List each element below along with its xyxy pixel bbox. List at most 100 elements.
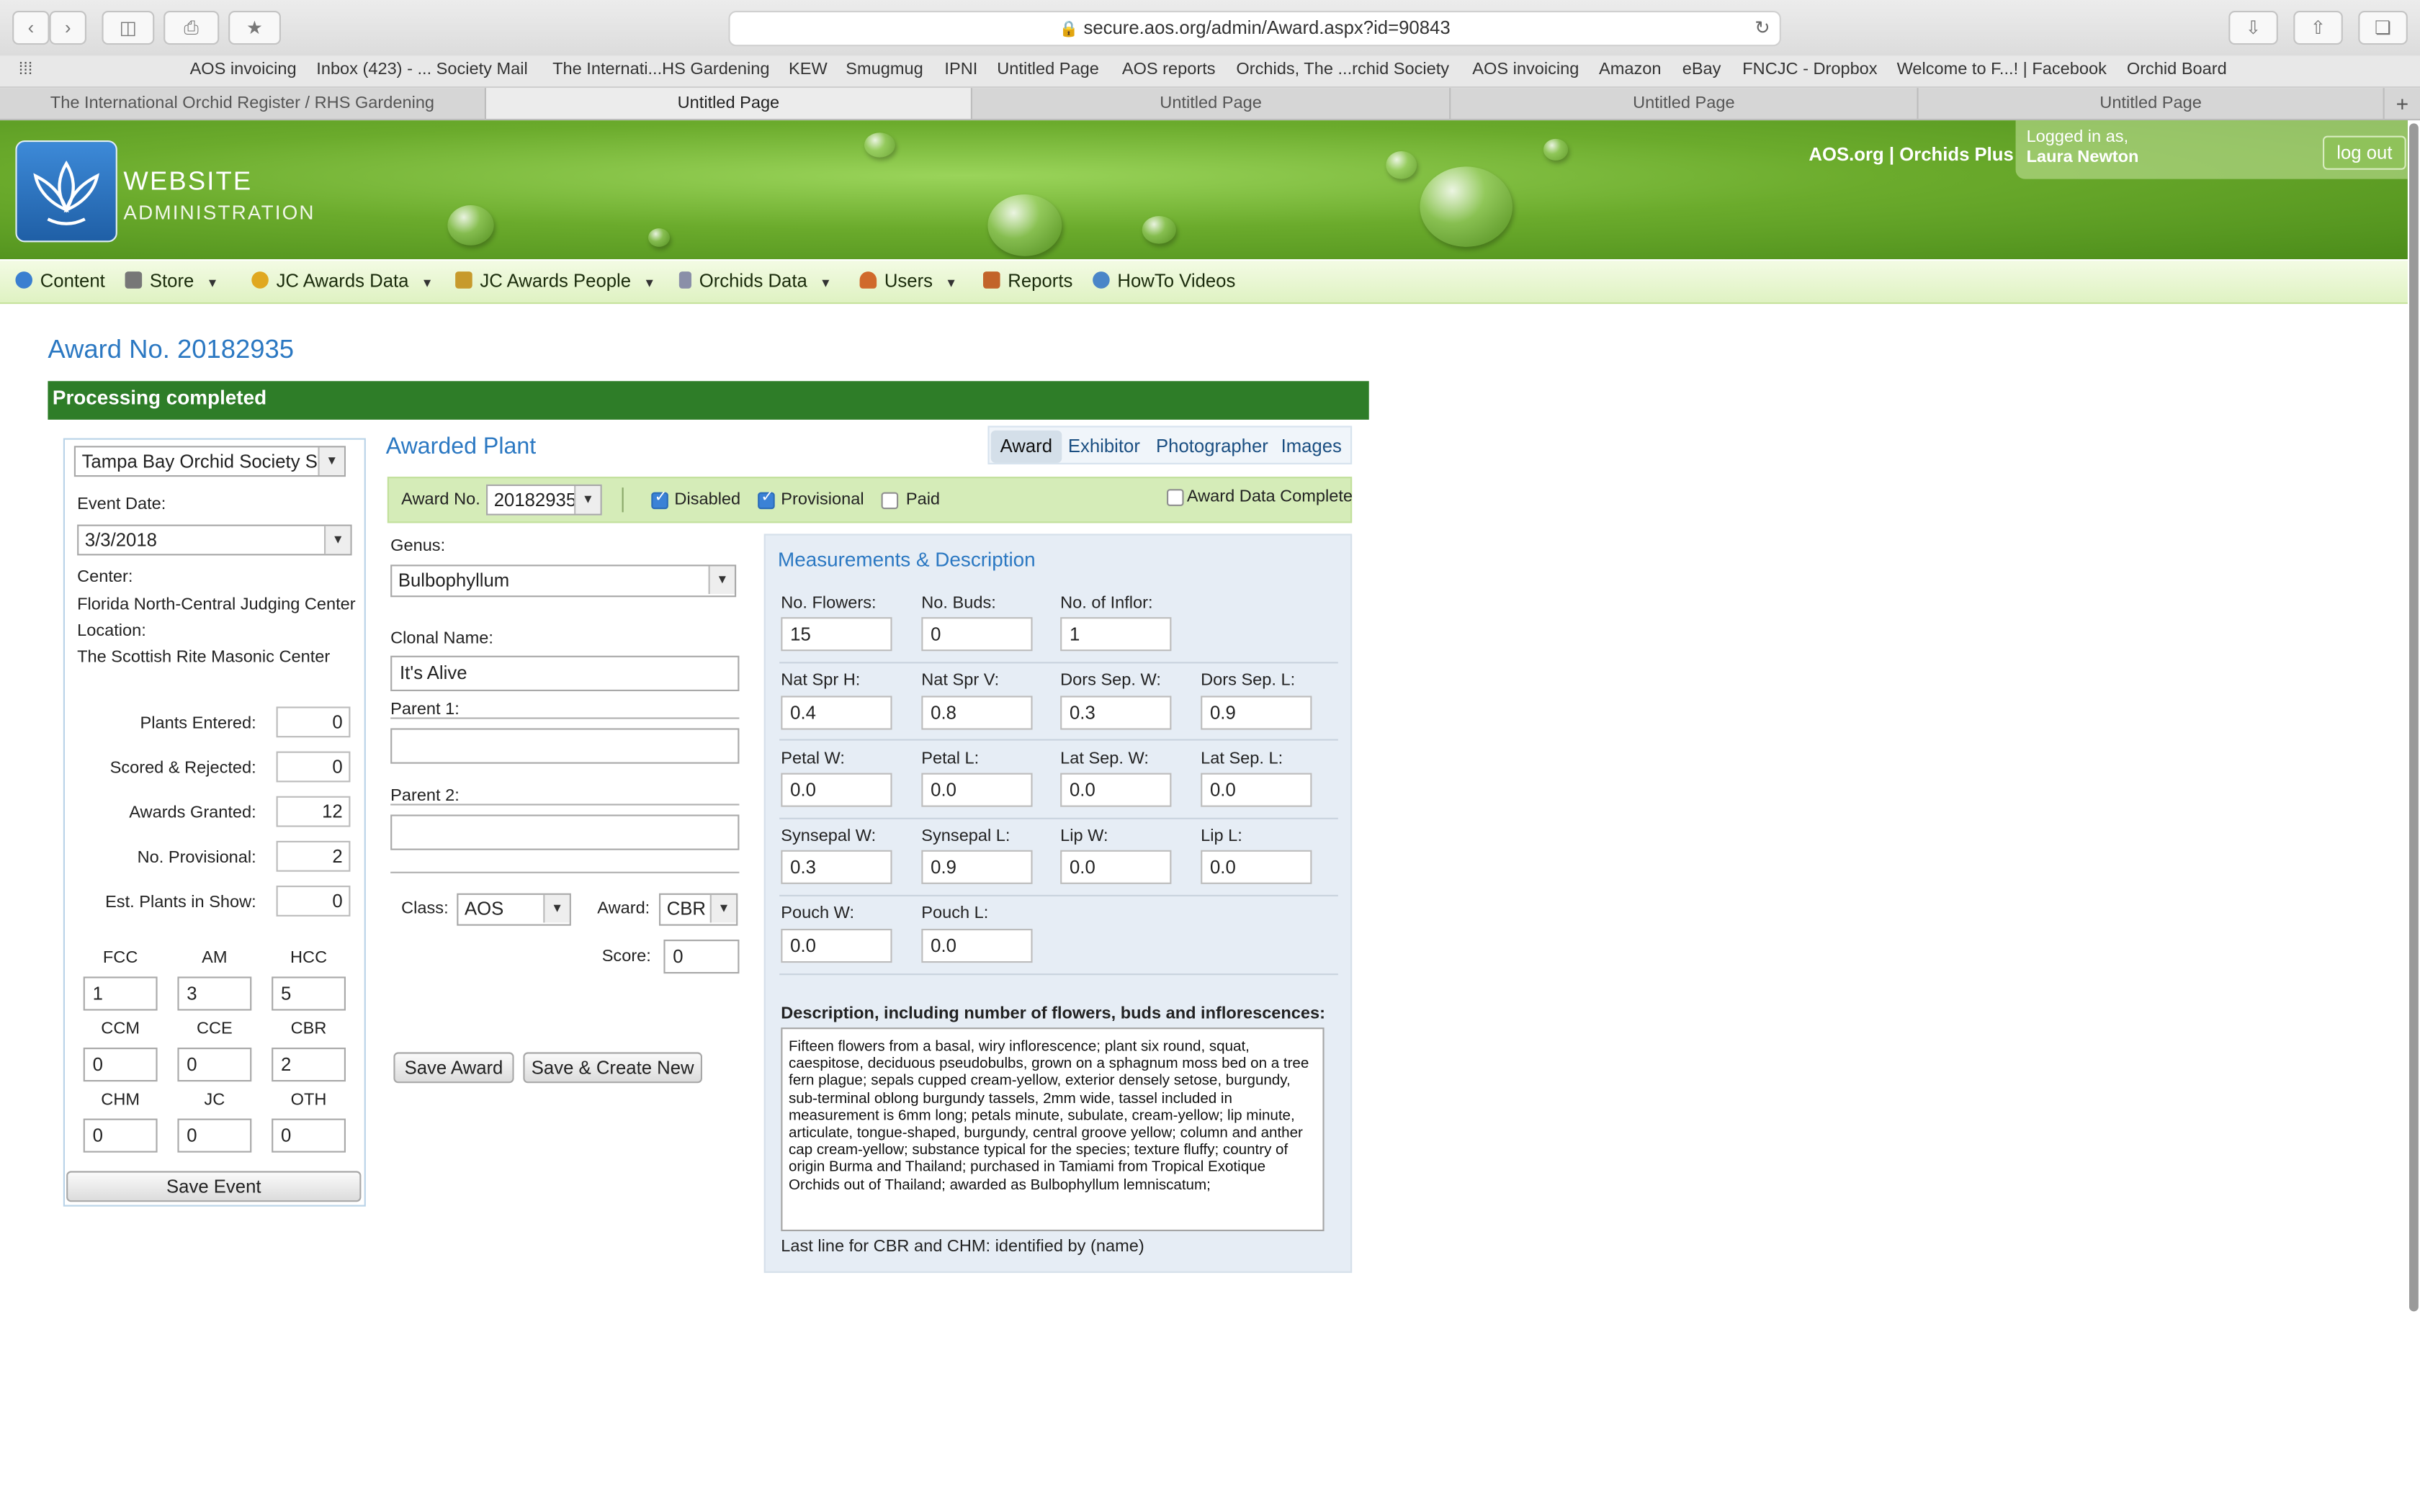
- new-tab-button[interactable]: +: [2385, 88, 2420, 119]
- nav-jc-awards-people[interactable]: JC Awards People ▼: [455, 270, 655, 292]
- no-provisional-field[interactable]: 2: [276, 840, 351, 872]
- chevron-down-icon[interactable]: ▼: [709, 894, 737, 923]
- nav-users[interactable]: Users ▼: [859, 270, 957, 292]
- tab-award[interactable]: Award: [990, 430, 1062, 463]
- award-complete-checkbox[interactable]: [1167, 489, 1184, 506]
- print-icon[interactable]: ⎙: [163, 11, 220, 45]
- event-date-picker[interactable]: 3/3/2018 ▼: [77, 524, 352, 556]
- est-plants-field[interactable]: 0: [276, 886, 351, 917]
- download-icon[interactable]: ⇩: [2228, 11, 2278, 45]
- browser-tab[interactable]: The International Orchid Register / RHS …: [0, 88, 486, 119]
- ccm-field[interactable]: 0: [83, 1048, 158, 1082]
- clonal-name-input[interactable]: It's Alive: [390, 655, 740, 691]
- bookmark-item[interactable]: AOS reports: [1122, 60, 1216, 79]
- back-icon[interactable]: ‹: [12, 11, 50, 45]
- petal-w-input[interactable]: 0.0: [781, 773, 892, 807]
- forward-icon[interactable]: ›: [49, 11, 86, 45]
- browser-tab[interactable]: Untitled Page: [1919, 88, 2385, 119]
- bookmark-item[interactable]: Welcome to F...! | Facebook: [1897, 60, 2107, 79]
- nav-orchids-data[interactable]: Orchids Data ▼: [678, 270, 832, 292]
- save-event-button[interactable]: Save Event: [66, 1171, 362, 1202]
- award-select[interactable]: CBR ▼: [659, 893, 738, 926]
- bookmark-item[interactable]: AOS invoicing: [190, 60, 297, 79]
- description-textarea[interactable]: Fifteen flowers from a basal, wiry inflo…: [781, 1027, 1325, 1231]
- hcc-field[interactable]: 5: [272, 976, 346, 1011]
- lip-l-input[interactable]: 0.0: [1201, 850, 1312, 884]
- logout-button[interactable]: log out: [2323, 135, 2406, 170]
- bookmark-item[interactable]: eBay: [1682, 60, 1721, 79]
- no-inflor-input[interactable]: 1: [1060, 617, 1172, 652]
- bookmark-item[interactable]: Orchid Board: [2127, 60, 2227, 79]
- bookmark-item[interactable]: The Internati...HS Gardening: [552, 60, 769, 79]
- browser-tab-active[interactable]: Untitled Page: [486, 88, 972, 119]
- cce-field[interactable]: 0: [177, 1048, 252, 1082]
- nav-jc-awards-data[interactable]: JC Awards Data ▼: [251, 270, 434, 292]
- pouch-w-input[interactable]: 0.0: [781, 929, 892, 963]
- synsepal-l-input[interactable]: 0.9: [921, 850, 1033, 884]
- save-create-new-button[interactable]: Save & Create New: [523, 1052, 702, 1084]
- nat-spr-h-input[interactable]: 0.4: [781, 696, 892, 730]
- chevron-down-icon[interactable]: ▼: [543, 894, 570, 923]
- tab-images[interactable]: Images: [1272, 431, 1351, 463]
- synsepal-w-input[interactable]: 0.3: [781, 850, 892, 884]
- score-input[interactable]: 0: [663, 940, 740, 974]
- chevron-down-icon[interactable]: ▼: [324, 526, 351, 554]
- pouch-l-input[interactable]: 0.0: [921, 929, 1033, 963]
- bookmark-item[interactable]: Inbox (423) - ... Society Mail: [316, 60, 527, 79]
- share-icon[interactable]: ⇧: [2293, 11, 2343, 45]
- jc-field[interactable]: 0: [177, 1118, 252, 1153]
- cbr-field[interactable]: 2: [272, 1048, 346, 1082]
- genus-select[interactable]: Bulbophyllum ▼: [390, 564, 737, 598]
- show-select[interactable]: Tampa Bay Orchid Society Sho ▼: [73, 446, 346, 477]
- class-select[interactable]: AOS ▼: [457, 893, 571, 926]
- save-award-button[interactable]: Save Award: [393, 1052, 514, 1084]
- bookmark-item[interactable]: AOS invoicing: [1472, 60, 1579, 79]
- no-flowers-input[interactable]: 15: [781, 617, 892, 652]
- nav-reports[interactable]: Reports: [983, 270, 1072, 292]
- browser-tab[interactable]: Untitled Page: [1451, 88, 1919, 119]
- chevron-down-icon[interactable]: ▼: [318, 447, 344, 475]
- tab-photographer[interactable]: Photographer: [1147, 431, 1278, 463]
- nav-howto-videos[interactable]: HowTo Videos: [1093, 270, 1235, 292]
- paid-checkbox[interactable]: [881, 492, 899, 510]
- tabs-overview-icon[interactable]: ❏: [2358, 11, 2408, 45]
- bookmark-item[interactable]: Smugmug: [846, 60, 923, 79]
- lat-sep-l-input[interactable]: 0.0: [1201, 773, 1312, 807]
- dors-sep-l-input[interactable]: 0.9: [1201, 696, 1312, 730]
- nat-spr-v-input[interactable]: 0.8: [921, 696, 1033, 730]
- reload-icon[interactable]: ↻: [1754, 12, 1770, 45]
- oth-field[interactable]: 0: [272, 1118, 346, 1153]
- sidebar-icon[interactable]: ◫: [102, 11, 155, 45]
- provisional-checkbox[interactable]: [758, 489, 775, 510]
- bookmark-item[interactable]: Amazon: [1599, 60, 1661, 79]
- bookmark-item[interactable]: KEW: [789, 60, 828, 79]
- plants-entered-field[interactable]: 0: [276, 706, 351, 738]
- bookmark-item[interactable]: Orchids, The ...rchid Society: [1236, 60, 1449, 79]
- bookmark-icon[interactable]: ★: [228, 11, 281, 45]
- browser-tab[interactable]: Untitled Page: [972, 88, 1451, 119]
- petal-l-input[interactable]: 0.0: [921, 773, 1033, 807]
- nav-store[interactable]: Store ▼: [125, 270, 218, 292]
- address-bar[interactable]: 🔒 secure.aos.org/admin/Award.aspx?id=908…: [728, 11, 1781, 47]
- scrollbar-thumb[interactable]: [2409, 123, 2419, 1312]
- bookmark-item[interactable]: FNCJC - Dropbox: [1742, 60, 1877, 79]
- lip-w-input[interactable]: 0.0: [1060, 850, 1172, 884]
- awards-granted-field[interactable]: 12: [276, 796, 351, 827]
- chevron-down-icon[interactable]: ▼: [574, 486, 601, 514]
- site-links[interactable]: AOS.org | Orchids Plus: [1809, 143, 2013, 165]
- parent2-input[interactable]: [390, 814, 740, 850]
- chevron-down-icon[interactable]: ▼: [708, 566, 735, 594]
- chm-field[interactable]: 0: [83, 1118, 158, 1153]
- dors-sep-w-input[interactable]: 0.3: [1060, 696, 1172, 730]
- am-field[interactable]: 3: [177, 976, 252, 1011]
- parent1-input[interactable]: [390, 728, 740, 764]
- scored-rejected-field[interactable]: 0: [276, 751, 351, 783]
- fcc-field[interactable]: 1: [83, 976, 158, 1011]
- award-no-select[interactable]: 20182935 ▼: [486, 484, 602, 516]
- nav-content[interactable]: Content: [15, 270, 105, 292]
- lat-sep-w-input[interactable]: 0.0: [1060, 773, 1172, 807]
- bookmark-item[interactable]: Untitled Page: [997, 60, 1099, 79]
- disabled-checkbox[interactable]: [651, 489, 668, 510]
- no-buds-input[interactable]: 0: [921, 617, 1033, 652]
- page-scrollbar[interactable]: [2408, 120, 2420, 1323]
